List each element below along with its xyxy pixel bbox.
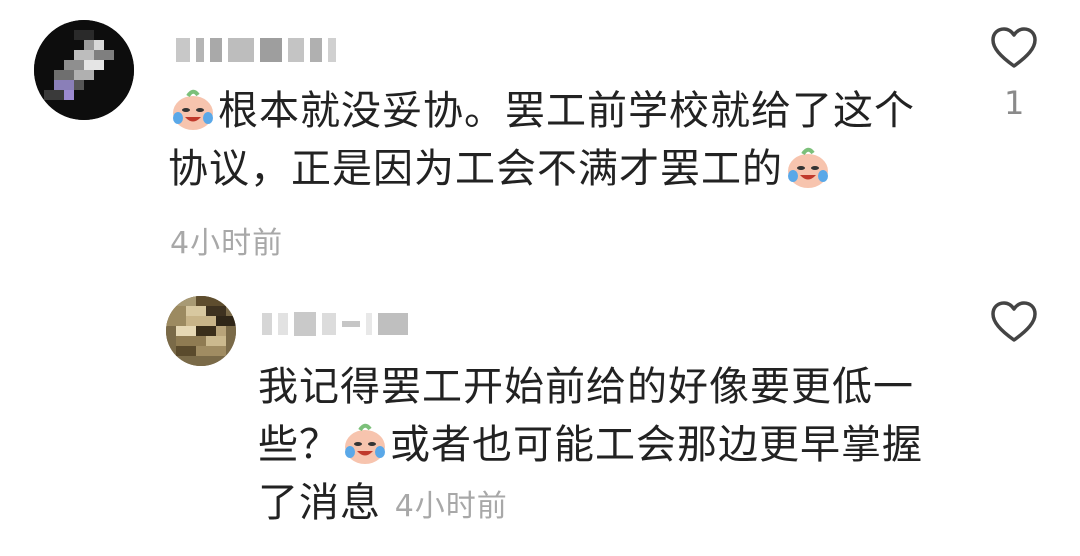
crying-laughing-peach-emoji-icon [345,423,385,464]
commenter-username-blurred[interactable] [176,38,336,62]
heart-outline-icon[interactable] [990,26,1038,70]
reply-username-blurred[interactable] [262,312,408,336]
like-count: 1 [1004,84,1025,122]
heart-outline-icon[interactable] [990,300,1038,344]
reply-line-1: 我记得罢工开始前给的好像要更低一 [258,364,914,410]
reply-timestamp: 4小时前 [394,489,508,524]
reply-avatar[interactable] [166,296,236,366]
comment-timestamp: 4小时前 [170,226,284,261]
comment-line-2: 协议，正是因为工会不满才罢工的 [168,140,928,198]
commenter-avatar[interactable] [34,20,134,120]
reply-text: 我记得罢工开始前给的好像要更低一 些？ 或者也可能工会那边更早掌握 了消息 4小时… [258,358,958,536]
comment-line-1: 根本就没妥协。罢工前学校就给了这个 [168,82,928,140]
crying-laughing-peach-emoji-icon [788,147,828,188]
reply-line-2: 些？ 或者也可能工会那边更早掌握 [258,422,923,468]
crying-laughing-peach-emoji-icon [173,89,213,130]
comment-text: 根本就没妥协。罢工前学校就给了这个 协议，正是因为工会不满才罢工的 [168,82,928,198]
reply-line-3: 了消息 4小时前 [258,480,508,526]
